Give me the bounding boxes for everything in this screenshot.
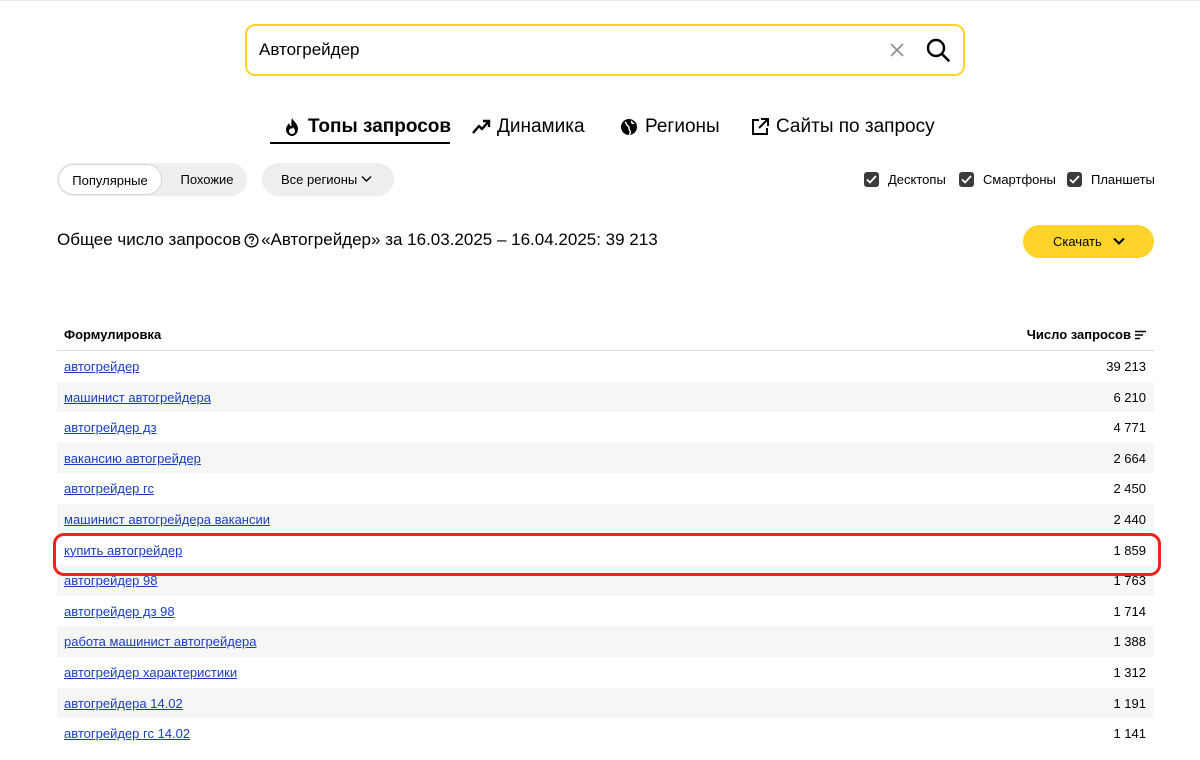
- table-row: автогрейдер гс 2 450: [57, 473, 1154, 504]
- table-row: купить автогрейдер 1 859: [57, 535, 1154, 566]
- query-count: 1 191: [1113, 695, 1146, 711]
- query-link[interactable]: вакансию автогрейдер: [64, 451, 201, 466]
- mode-switch: Популярные Похожие: [57, 163, 247, 196]
- query-count: 1 388: [1113, 634, 1146, 650]
- query-link[interactable]: автогрейдера 14.02: [64, 696, 183, 711]
- mode-similar-button[interactable]: Похожие: [167, 163, 247, 196]
- checkbox-checked-icon: [864, 172, 879, 187]
- summary-line: Общее число запросов «Автогрейдер» за 16…: [57, 230, 658, 250]
- sort-icon: [1135, 330, 1146, 339]
- chevron-down-icon: [361, 176, 372, 182]
- column-header-count-label: Число запросов: [1026, 327, 1131, 342]
- query-link[interactable]: автогрейдер дз 98: [64, 604, 175, 619]
- clear-icon[interactable]: [888, 41, 906, 59]
- query-count: 2 450: [1113, 481, 1146, 497]
- query-count: 1 859: [1113, 542, 1146, 558]
- tab-label: Топы запросов: [308, 116, 452, 137]
- table-row: машинист автогрейдера вакансии 2 440: [57, 503, 1154, 535]
- query-link[interactable]: работа машинист автогрейдера: [64, 634, 257, 649]
- tab-label: Сайты по запросу: [776, 116, 935, 137]
- query-count: 4 771: [1113, 420, 1146, 436]
- table-row: автогрейдер дз 98 1 714: [57, 596, 1154, 627]
- help-icon[interactable]: [244, 232, 259, 248]
- tab-dynamics[interactable]: Динамика: [471, 112, 585, 142]
- query-link[interactable]: машинист автогрейдера вакансии: [64, 512, 270, 527]
- download-button[interactable]: Скачать: [1023, 225, 1154, 258]
- query-count: 1 312: [1113, 664, 1146, 680]
- table-row: машинист автогрейдера 6 210: [57, 381, 1154, 413]
- top-divider: [0, 0, 1200, 1]
- query-link[interactable]: автогрейдер гс 14.02: [64, 726, 190, 741]
- tab-label: Динамика: [497, 116, 585, 137]
- region-select-label: Все регионы: [281, 172, 358, 187]
- summary-prefix: Общее число запросов: [57, 230, 242, 249]
- region-select[interactable]: Все регионы: [262, 163, 394, 196]
- chevron-down-icon: [1113, 237, 1125, 245]
- table-body: автогрейдер 39 213 машинист автогрейдера 6 …: [57, 351, 1154, 749]
- table-row: работа машинист автогрейдера 1 388: [57, 626, 1154, 657]
- query-link[interactable]: автогрейдер характеристики: [64, 665, 237, 680]
- column-header-phrase: Формулировка: [64, 327, 162, 342]
- query-link[interactable]: автогрейдер дз: [64, 420, 157, 435]
- globe-icon: [621, 119, 637, 136]
- device-smartphone-checkbox[interactable]: Смартфоны: [959, 171, 1056, 188]
- table-header: Формулировка Число запросов: [57, 320, 1154, 351]
- search-icon[interactable]: [925, 37, 951, 63]
- tab-regions[interactable]: Регионы: [619, 112, 720, 142]
- query-link[interactable]: автогрейдер 98: [64, 573, 157, 588]
- active-tab-indicator: [270, 142, 450, 144]
- query-count: 2 440: [1113, 511, 1146, 527]
- query-count: 6 210: [1113, 389, 1146, 405]
- table-row: автогрейдера 14.02 1 191: [57, 687, 1154, 719]
- query-count: 1 763: [1113, 573, 1146, 589]
- query-count: 39 213: [1106, 359, 1146, 374]
- table-row: вакансию автогрейдер 2 664: [57, 442, 1154, 474]
- query-count: 2 664: [1113, 450, 1146, 466]
- query-link[interactable]: автогрейдер: [64, 359, 139, 374]
- device-label: Смартфоны: [983, 172, 1056, 187]
- device-label: Планшеты: [1091, 172, 1155, 187]
- external-link-icon: [752, 118, 769, 135]
- table-row: автогрейдер характеристики 1 312: [57, 657, 1154, 688]
- checkbox-checked-icon: [959, 172, 974, 187]
- device-desktop-checkbox[interactable]: Десктопы: [864, 171, 946, 188]
- query-link[interactable]: машинист автогрейдера: [64, 390, 211, 405]
- column-header-count[interactable]: Число запросов: [1027, 327, 1146, 342]
- tab-sites[interactable]: Сайты по запросу: [750, 112, 935, 142]
- device-tablet-checkbox[interactable]: Планшеты: [1067, 171, 1155, 188]
- download-label: Скачать: [1053, 234, 1102, 249]
- device-label: Десктопы: [888, 172, 946, 187]
- table-row: автогрейдер дз 4 771: [57, 412, 1154, 443]
- checkbox-checked-icon: [1067, 172, 1082, 187]
- table-row: автогрейдер гс 14.02 1 141: [57, 718, 1154, 749]
- trend-up-icon: [472, 119, 491, 134]
- summary-text: «Автогрейдер» за 16.03.2025 – 16.04.2025…: [261, 230, 658, 249]
- tab-label: Регионы: [645, 116, 720, 137]
- table-row: автогрейдер 98 1 763: [57, 565, 1154, 596]
- mode-popular-button[interactable]: Популярные: [58, 164, 162, 195]
- fire-icon: [286, 118, 298, 136]
- table-row: автогрейдер 39 213: [57, 351, 1154, 382]
- query-link[interactable]: автогрейдер гс: [64, 481, 154, 496]
- query-count: 1 141: [1113, 726, 1146, 742]
- queries-table: Формулировка Число запросов автогрейдер 3…: [57, 320, 1154, 749]
- search-bar: [245, 24, 965, 76]
- search-input[interactable]: [259, 26, 859, 74]
- query-count: 1 714: [1113, 603, 1146, 619]
- query-link[interactable]: купить автогрейдер: [64, 543, 182, 558]
- tab-top-queries[interactable]: Топы запросов: [282, 112, 451, 142]
